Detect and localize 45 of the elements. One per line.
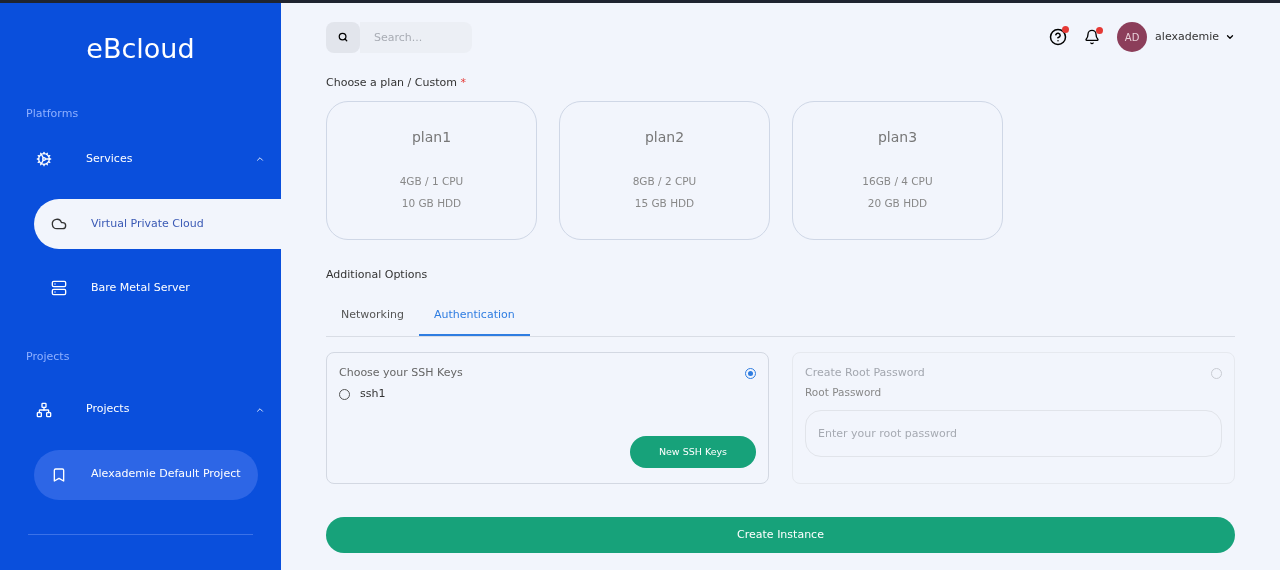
new-keys-button[interactable]: New SSH Keys xyxy=(630,436,756,468)
nav-subitem[interactable]: Virtual Private Cloud xyxy=(34,199,281,249)
nav-item[interactable]: Projects xyxy=(0,389,281,430)
logo: eBcloud xyxy=(86,32,195,66)
option-title: Choose your SSH Keys xyxy=(339,364,464,381)
nav-item[interactable]: Services xyxy=(0,139,281,179)
field-label: Root Password xyxy=(805,385,883,400)
create-instance-button[interactable]: Create Instance xyxy=(326,517,1235,553)
tab[interactable]: Networking xyxy=(326,296,419,336)
nav-subitem[interactable]: Alexademie Default Project xyxy=(34,449,258,500)
plan-spec: 20 GB HDD xyxy=(867,195,928,211)
cloud-icon xyxy=(51,216,67,232)
option-title: Create Root Password xyxy=(805,364,926,381)
bell-icon[interactable] xyxy=(1084,29,1101,45)
user-name[interactable]: alexademie xyxy=(1155,28,1219,46)
plan-name: plan3 xyxy=(877,127,918,147)
plan-spec: 10 GB HDD xyxy=(401,195,462,211)
search-icon xyxy=(338,32,348,42)
server-icon xyxy=(51,280,67,296)
avatar[interactable]: AD xyxy=(1117,22,1148,52)
tab[interactable]: Authentication xyxy=(418,296,530,336)
plan-spec: 16GB / 4 CPU xyxy=(862,173,933,189)
search-button[interactable] xyxy=(326,21,360,53)
section-label: Choose a plan / Custom * xyxy=(326,75,466,91)
gear-icon xyxy=(36,151,52,167)
plan-name: plan2 xyxy=(644,127,685,147)
bookmark-icon xyxy=(51,466,67,483)
network-icon xyxy=(36,401,52,418)
caret-icon xyxy=(1225,32,1235,42)
plan-card[interactable]: plan3 16GB / 4 CPU 20 GB HDD xyxy=(792,100,1003,240)
nav-subitem[interactable]: Bare Metal Server xyxy=(34,263,281,313)
section-label: Additional Options xyxy=(326,266,428,283)
plan-name: plan1 xyxy=(411,127,452,147)
plan-card[interactable]: plan1 4GB / 1 CPU 10 GB HDD xyxy=(326,100,537,240)
caret-icon xyxy=(255,154,265,164)
plan-spec: 8GB / 2 CPU xyxy=(632,173,697,189)
plan-card[interactable]: plan2 8GB / 2 CPU 15 GB HDD xyxy=(559,100,770,240)
search-field[interactable]: Search... xyxy=(360,21,472,53)
password-field[interactable]: Enter your root password xyxy=(805,409,1222,457)
key-label: ssh1 xyxy=(360,386,386,402)
section-heading: Projects xyxy=(26,349,70,365)
section-heading: Platforms xyxy=(26,105,79,122)
plan-spec: 15 GB HDD xyxy=(634,195,695,211)
help-icon[interactable] xyxy=(1049,28,1068,46)
plan-spec: 4GB / 1 CPU xyxy=(399,173,464,189)
